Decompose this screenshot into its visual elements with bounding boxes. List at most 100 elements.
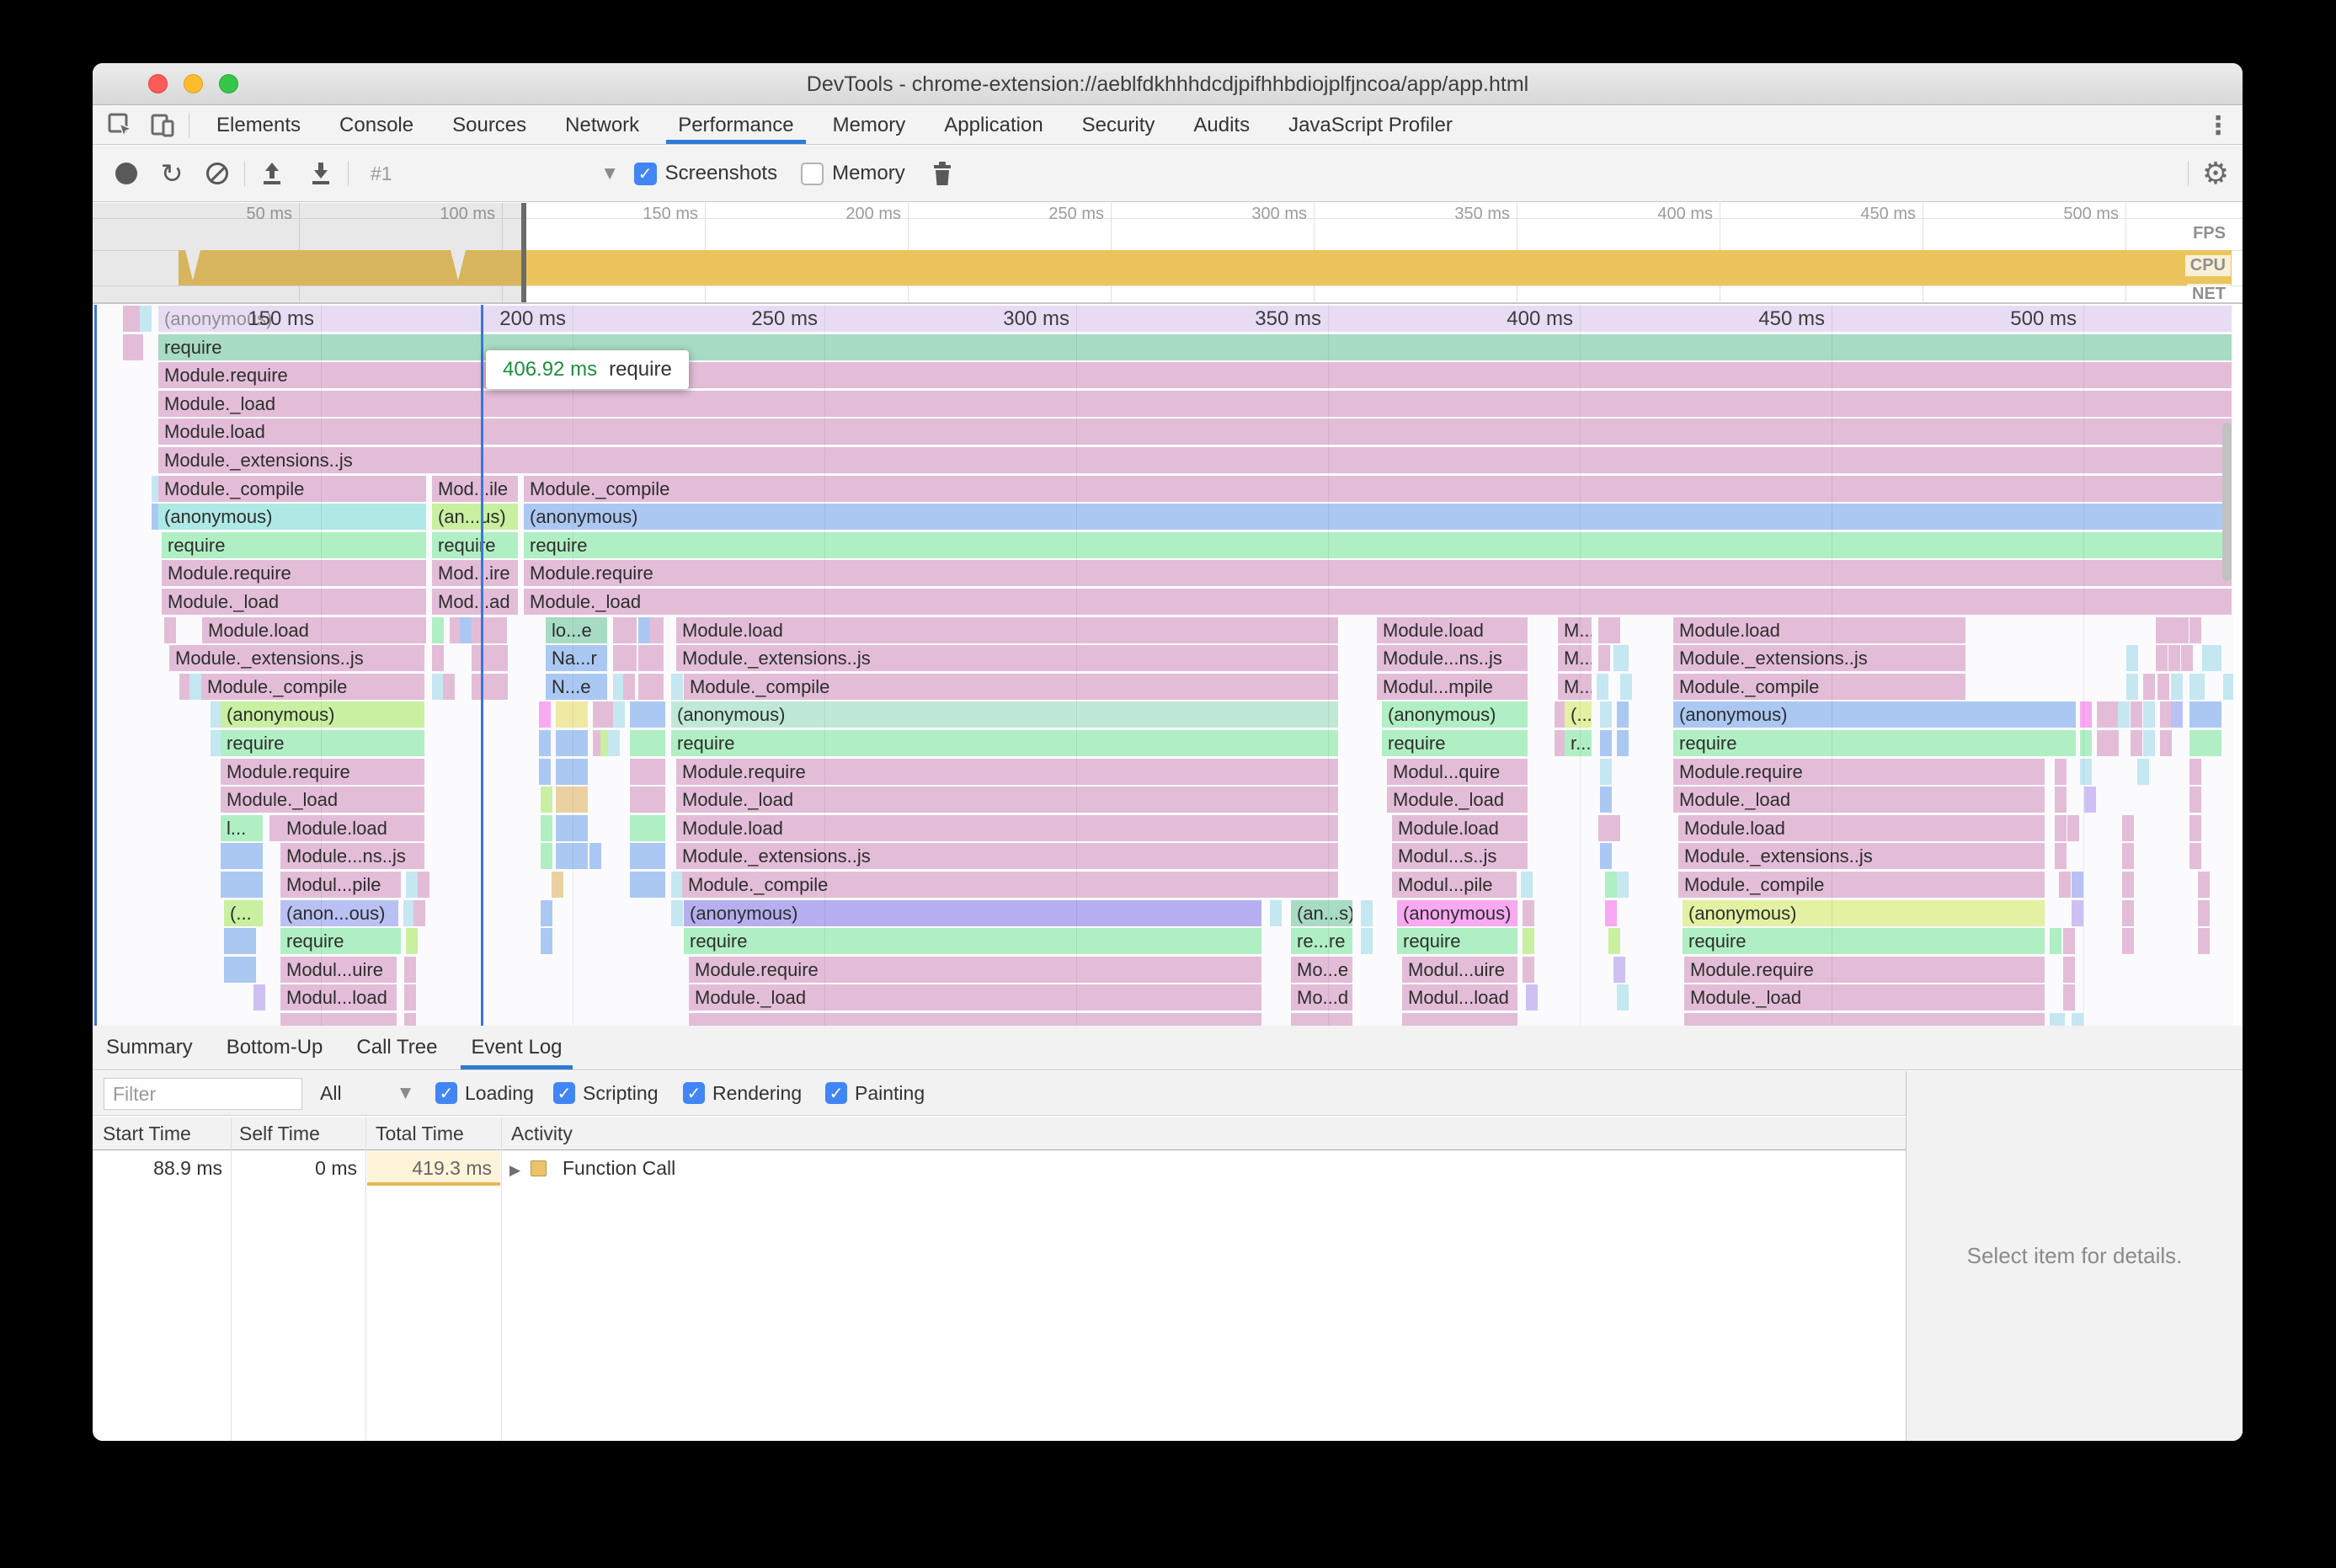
rendering-checkbox[interactable]: ✓ — [683, 1082, 705, 1104]
column-header-activity[interactable]: Activity — [511, 1117, 573, 1150]
flame-bar-module-compile[interactable]: Module._compile — [684, 673, 1338, 700]
timeline-overview[interactable]: 50 ms 100 ms 150 ms 200 ms 250 ms 300 ms 350 m… — [93, 203, 2243, 305]
flame-bar-sliver[interactable] — [1613, 645, 1629, 672]
flame-bar-re-re[interactable]: re...re — [1291, 928, 1352, 955]
flame-bar-sliver[interactable] — [2126, 645, 2138, 672]
flame-bar-sliver[interactable] — [189, 673, 201, 700]
flame-bar-sliver[interactable] — [269, 814, 281, 841]
flame-bar-mod-ad[interactable]: Mod...ad — [432, 589, 518, 615]
flame-bar-module-load[interactable]: Module.load — [280, 814, 424, 841]
flame-bar-sliver[interactable] — [1608, 814, 1620, 841]
flame-bar-sliver[interactable] — [2177, 616, 2189, 643]
flame-bar-module-extensions-js[interactable]: Module._extensions..js — [1673, 645, 1965, 672]
tab-event-log[interactable]: Event Log — [461, 1026, 573, 1069]
record-button[interactable] — [111, 158, 141, 189]
flame-bar-sliver[interactable] — [625, 645, 637, 672]
flame-bar-sliver[interactable] — [2198, 928, 2210, 955]
flame-bar-sliver[interactable] — [2189, 673, 2205, 700]
flame-bar--anonymous-[interactable]: (anonymous) — [158, 504, 426, 531]
flame-bar-sliver[interactable] — [2080, 758, 2092, 785]
flame-bar-module-require[interactable]: Module.require — [162, 560, 426, 587]
flame-bar-module-load[interactable]: Module._load — [1387, 787, 1528, 813]
flame-bar-sliver[interactable] — [671, 899, 683, 926]
flame-bar-modul-uire[interactable]: Modul...uire — [1402, 956, 1517, 983]
flame-bar-sliver[interactable] — [2084, 787, 2096, 813]
flame-bar-module-load[interactable]: Module.load — [158, 419, 2232, 445]
flame-bar-sliver[interactable] — [556, 814, 588, 841]
flame-bar-sliver[interactable] — [2143, 673, 2155, 700]
flame-bar-sliver[interactable] — [638, 645, 650, 672]
flame-bar-require[interactable]: require — [221, 730, 424, 756]
load-profile-icon[interactable] — [257, 158, 287, 189]
flame-bar-sliver[interactable] — [2055, 843, 2067, 870]
flame-bar-sliver[interactable] — [2157, 673, 2169, 700]
flame-bar-m-[interactable]: M... — [1558, 616, 1592, 643]
flame-bar-modul-pile[interactable]: Modul...pile — [1392, 872, 1517, 898]
flame-bar-sliver[interactable] — [630, 814, 665, 841]
flame-bar-sliver[interactable] — [2072, 872, 2083, 898]
flame-bar-sliver[interactable] — [2122, 928, 2134, 955]
flame-bar-m-[interactable]: M... — [1558, 673, 1592, 700]
flame-bar-require[interactable]: require — [671, 730, 1338, 756]
flame-bar--anonymous-[interactable]: (anonymous) — [671, 701, 1338, 728]
flame-bar-module-compile[interactable]: Module._compile — [524, 475, 2232, 502]
flame-bar-sliver[interactable] — [541, 787, 552, 813]
session-selector[interactable]: #1 — [371, 163, 392, 185]
tab-call-tree[interactable]: Call Tree — [356, 1026, 437, 1069]
tab-performance[interactable]: Performance — [666, 106, 807, 144]
clear-recording-icon[interactable] — [202, 158, 232, 189]
flame-bar-sliver[interactable] — [2168, 645, 2180, 672]
flame-bar-sliver[interactable] — [1613, 956, 1625, 983]
flame-bar-sliver[interactable] — [1526, 984, 1538, 1011]
flame-bar-sliver[interactable] — [2198, 899, 2210, 926]
flame-bar-module-load[interactable]: Module.load — [1678, 814, 2045, 841]
tab-summary[interactable]: Summary — [106, 1026, 193, 1069]
flame-bar-module-compile[interactable]: Module._compile — [158, 475, 426, 502]
flame-bar-sliver[interactable] — [630, 787, 665, 813]
flame-bar-module-require[interactable]: Module.require — [221, 758, 424, 785]
flame-bar-sliver[interactable] — [1521, 872, 1533, 898]
column-header-start-time[interactable]: Start Time — [103, 1117, 191, 1150]
flame-bar--[interactable]: (... — [224, 899, 263, 926]
flame-bar-modul-s-js[interactable]: Modul...s..js — [1392, 843, 1528, 870]
flame-bar-sliver[interactable] — [541, 843, 552, 870]
flame-bar-module-require[interactable]: Module.require — [1673, 758, 2045, 785]
flame-bar-m-s[interactable]: M...s — [1558, 645, 1592, 672]
flame-bar-sliver[interactable] — [1600, 701, 1612, 728]
flame-bar-sliver[interactable] — [650, 645, 664, 672]
flame-bar-require[interactable]: require — [524, 531, 2232, 558]
screenshots-checkbox[interactable]: ✓ — [633, 162, 657, 185]
flame-bar-sliver[interactable] — [671, 872, 683, 898]
flame-bar-sliver[interactable] — [2189, 616, 2201, 643]
flame-bar-sliver[interactable] — [1523, 899, 1534, 926]
flame-bar-sliver[interactable] — [404, 984, 416, 1011]
flame-bar--anonymous-[interactable]: (anonymous) — [158, 306, 2232, 332]
flame-bar-sliver[interactable] — [164, 616, 176, 643]
flame-bar-sliver[interactable] — [539, 701, 551, 728]
flame-bar-sliver[interactable] — [1523, 956, 1534, 983]
flame-bar-sliver[interactable] — [671, 673, 683, 700]
tab-memory[interactable]: Memory — [833, 106, 906, 144]
flame-vertical-scrollbar[interactable] — [2222, 423, 2232, 581]
flame-bar-sliver[interactable] — [2189, 730, 2221, 756]
flame-bar-modul-load[interactable]: Modul...load — [280, 984, 397, 1011]
flame-bar-module-load[interactable]: Module._load — [676, 787, 1338, 813]
flame-bar-sliver[interactable] — [630, 872, 665, 898]
flame-bar-sliver[interactable] — [2131, 701, 2142, 728]
flame-bar-sliver[interactable] — [1361, 899, 1373, 926]
scripting-checkbox[interactable]: ✓ — [553, 1082, 575, 1104]
flame-bar-sliver[interactable] — [1617, 701, 1629, 728]
tab-security[interactable]: Security — [1082, 106, 1155, 144]
flame-bar-modul-mpile[interactable]: Modul...mpile — [1377, 673, 1528, 700]
flame-bar-sliver[interactable] — [280, 1013, 397, 1026]
flame-bar-sliver[interactable] — [541, 814, 552, 841]
flame-bar-module-extensions-js[interactable]: Module._extensions..js — [676, 843, 1338, 870]
flame-bar-module-load[interactable]: Module._load — [221, 787, 424, 813]
flame-bar-lo-e[interactable]: lo...e — [546, 616, 607, 643]
flame-bar-sliver[interactable] — [625, 616, 637, 643]
tab-network[interactable]: Network — [565, 106, 639, 144]
event-log-row[interactable]: 88.9 ms 0 ms 419.3 ms ▶ Function Call — [93, 1151, 1906, 1186]
capture-settings-gear-icon[interactable]: ⚙ — [2200, 157, 2231, 191]
flame-bar-sliver[interactable] — [2189, 758, 2201, 785]
flame-bar-sliver[interactable] — [432, 616, 444, 643]
